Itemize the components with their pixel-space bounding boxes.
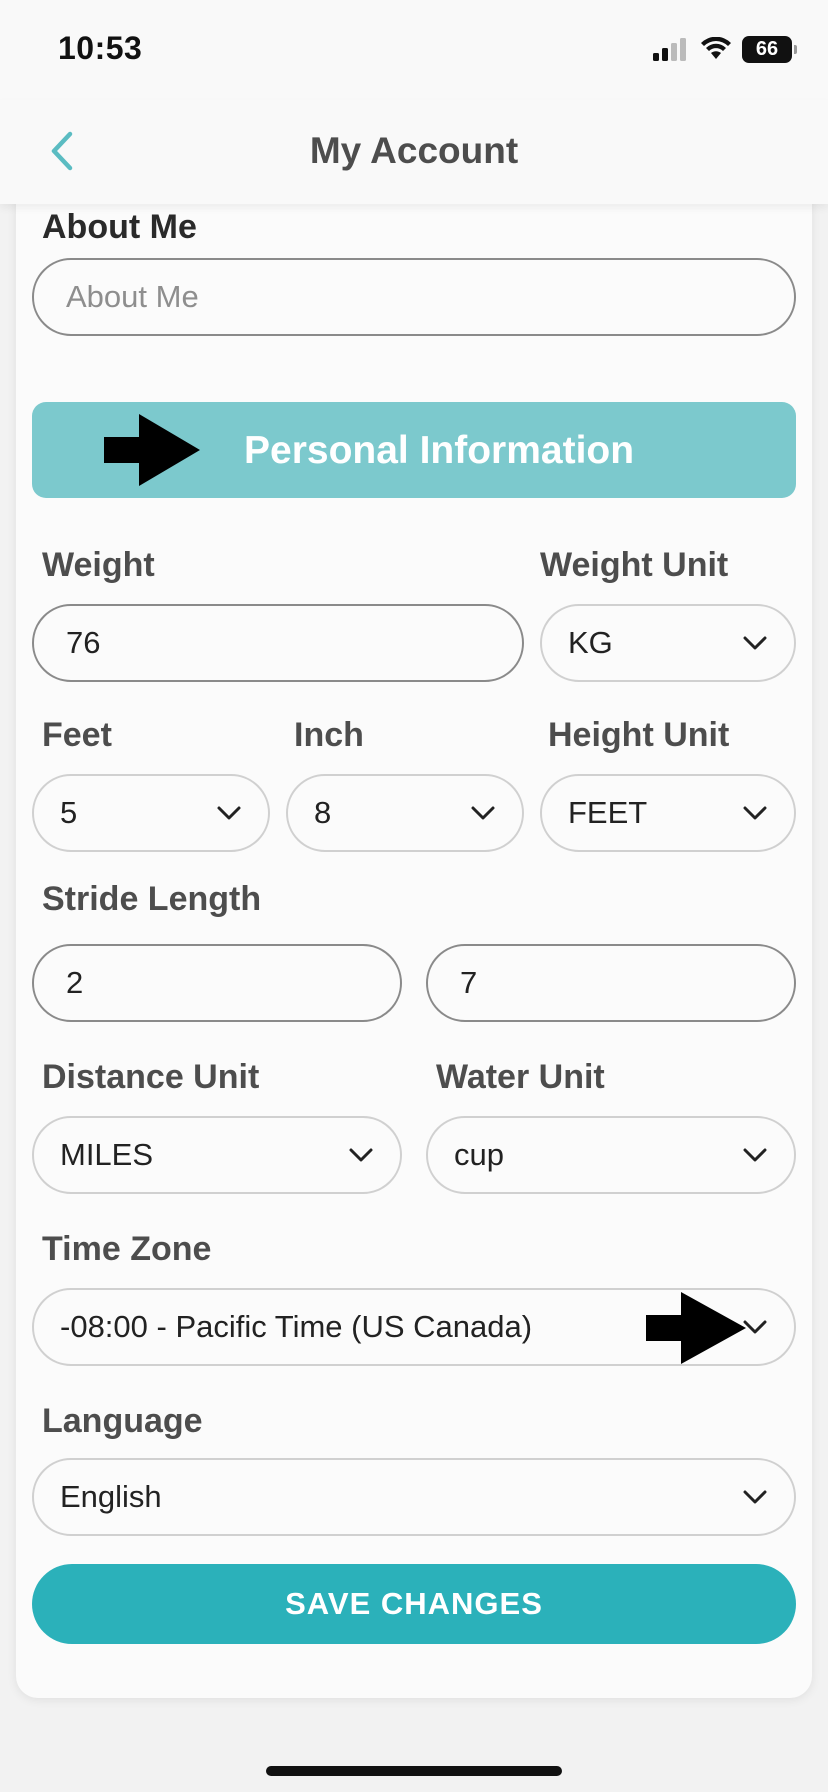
arrow-right-icon bbox=[646, 1292, 746, 1364]
chevron-down-icon bbox=[471, 806, 495, 820]
page-title: My Account bbox=[309, 130, 519, 171]
inch-value: 8 bbox=[314, 795, 332, 830]
water-unit-select[interactable]: cup bbox=[426, 1116, 796, 1194]
time-zone-select[interactable]: -08:00 - Pacific Time (US Canada) bbox=[32, 1288, 796, 1366]
section-title: Personal Information bbox=[244, 429, 635, 472]
about-me-input[interactable]: About Me bbox=[32, 258, 796, 336]
weight-unit-select[interactable]: KG bbox=[540, 604, 796, 682]
stride-feet-input[interactable]: 2 bbox=[32, 944, 402, 1022]
feet-select[interactable]: 5 bbox=[32, 774, 270, 852]
home-indicator bbox=[266, 1766, 562, 1776]
distance-unit-value: MILES bbox=[60, 1137, 154, 1172]
time-zone-label: Time Zone bbox=[42, 1230, 212, 1268]
weight-label: Weight bbox=[42, 546, 155, 584]
chevron-down-icon bbox=[743, 1490, 767, 1504]
about-me-label: About Me bbox=[42, 208, 197, 246]
language-value: English bbox=[60, 1479, 162, 1514]
status-icons: 66 bbox=[652, 34, 797, 64]
personal-information-banner: Personal Information bbox=[32, 402, 796, 498]
chevron-down-icon bbox=[217, 806, 241, 820]
feet-value: 5 bbox=[60, 795, 78, 830]
status-bar: 10:53 66 bbox=[0, 0, 828, 100]
chevron-down-icon bbox=[349, 1148, 373, 1162]
save-changes-label: SAVE CHANGES bbox=[285, 1586, 543, 1621]
distance-unit-select[interactable]: MILES bbox=[32, 1116, 402, 1194]
stride-inch-input[interactable]: 7 bbox=[426, 944, 796, 1022]
water-unit-label: Water Unit bbox=[436, 1058, 605, 1096]
status-time: 10:53 bbox=[58, 30, 143, 66]
stride-value-1: 2 bbox=[66, 965, 84, 1000]
chevron-down-icon bbox=[743, 806, 767, 820]
height-unit-select[interactable]: FEET bbox=[540, 774, 796, 852]
stride-value-2: 7 bbox=[460, 965, 478, 1000]
water-unit-value: cup bbox=[454, 1137, 504, 1172]
signal-icon bbox=[653, 38, 686, 61]
about-me-placeholder: About Me bbox=[66, 279, 199, 314]
chevron-down-icon bbox=[743, 1148, 767, 1162]
save-changes-button[interactable]: SAVE CHANGES bbox=[32, 1564, 796, 1644]
weight-value: 76 bbox=[66, 625, 101, 660]
height-unit-value: FEET bbox=[568, 795, 648, 830]
weight-unit-label: Weight Unit bbox=[540, 546, 729, 584]
wifi-icon bbox=[701, 37, 731, 59]
language-select[interactable]: English bbox=[32, 1458, 796, 1536]
time-zone-value: -08:00 - Pacific Time (US Canada) bbox=[60, 1309, 533, 1344]
chevron-down-icon bbox=[743, 636, 767, 650]
account-form-card: About Me About Me Personal Information W… bbox=[16, 190, 812, 1698]
language-label: Language bbox=[42, 1402, 203, 1440]
height-unit-label: Height Unit bbox=[548, 716, 730, 754]
weight-unit-value: KG bbox=[568, 625, 613, 660]
stride-length-label: Stride Length bbox=[42, 880, 262, 918]
weight-input[interactable]: 76 bbox=[32, 604, 524, 682]
inch-label: Inch bbox=[294, 716, 364, 754]
chevron-down-icon bbox=[743, 1320, 767, 1334]
battery-icon: 66 bbox=[742, 35, 797, 63]
inch-select[interactable]: 8 bbox=[286, 774, 524, 852]
distance-unit-label: Distance Unit bbox=[42, 1058, 260, 1096]
arrow-right-icon bbox=[104, 414, 200, 486]
battery-level: 66 bbox=[755, 37, 779, 60]
feet-label: Feet bbox=[42, 716, 112, 754]
